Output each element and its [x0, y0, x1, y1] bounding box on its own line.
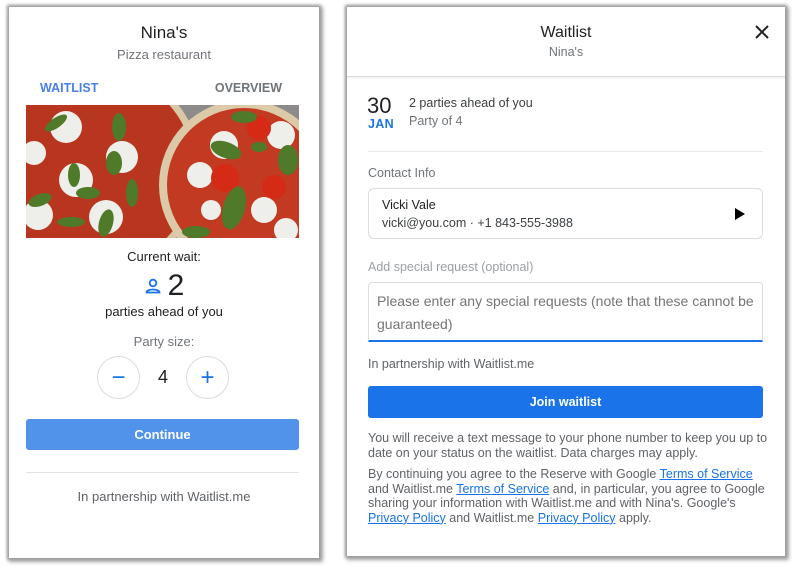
party-size: Party of 4 — [409, 114, 463, 128]
wait-count: 2 — [9, 269, 319, 303]
waitlist-dialog: Waitlist Nina's 30 JAN 2 parties ahead o… — [347, 7, 785, 556]
legal-text-part: and Waitlist.me — [368, 481, 457, 496]
current-wait-label: Current wait: — [127, 249, 201, 264]
plus-icon: + — [200, 363, 215, 391]
legal-text-part: and Waitlist.me — [445, 510, 538, 525]
dialog-title: Waitlist — [540, 24, 592, 41]
tab-waitlist[interactable]: WAITLIST — [40, 81, 98, 95]
party-size-label: Party size: — [133, 334, 195, 349]
contact-name: Vicki Vale — [382, 198, 436, 212]
reserve-terms-link[interactable]: Terms of Service — [660, 467, 753, 481]
divider — [26, 472, 299, 473]
date-month: JAN — [368, 117, 394, 131]
partnership-text: In partnership with Waitlist.me — [77, 489, 251, 504]
special-request-label: Add special request (optional) — [368, 260, 534, 274]
restaurant-card: Nina's Pizza restaurant WAITLIST OVERVIE… — [9, 7, 319, 558]
contact-details: vicki@you.com · +1 843-555-3988 — [382, 216, 573, 230]
pizza-image — [26, 105, 299, 238]
play-arrow-icon — [735, 208, 745, 220]
dialog-subtitle: Nina's — [548, 45, 584, 59]
partnership-text: In partnership with Waitlist.me — [368, 357, 535, 371]
special-request-input[interactable] — [368, 282, 763, 342]
google-privacy-link[interactable]: Privacy Policy — [368, 511, 446, 525]
parties-ahead-label: parties ahead of you — [105, 304, 223, 319]
restaurant-name: Nina's — [140, 23, 188, 42]
contact-card[interactable]: Vicki Vale vicki@you.com · +1 843-555-39… — [368, 188, 763, 239]
contact-info-label: Contact Info — [368, 166, 436, 180]
legal-text: By continuing you agree to the Reserve w… — [368, 467, 768, 525]
continue-button[interactable]: Continue — [26, 419, 299, 450]
waitlist-terms-link[interactable]: Terms of Service — [456, 482, 549, 496]
join-waitlist-button[interactable]: Join waitlist — [368, 386, 763, 418]
restaurant-photo — [26, 105, 299, 238]
header-divider — [347, 76, 785, 77]
parties-ahead: 2 parties ahead of you — [409, 96, 533, 110]
waitlist-privacy-link[interactable]: Privacy Policy — [538, 511, 616, 525]
decrement-button[interactable]: − — [97, 356, 140, 399]
date-day: 30 — [367, 93, 392, 118]
close-button[interactable] — [751, 21, 773, 43]
party-size-value: 4 — [157, 367, 168, 387]
increment-button[interactable]: + — [186, 356, 229, 399]
minus-icon: − — [111, 363, 126, 391]
close-icon — [755, 25, 769, 39]
divider — [368, 151, 763, 152]
person-icon — [145, 278, 161, 294]
restaurant-category: Pizza restaurant — [117, 47, 211, 62]
tab-overview[interactable]: OVERVIEW — [215, 81, 282, 95]
legal-text-part: By continuing you agree to the Reserve w… — [368, 467, 660, 481]
party-size-stepper: − 4 + — [97, 356, 229, 399]
parties-count: 2 — [167, 269, 185, 302]
sms-info-text: You will receive a text message to your … — [368, 431, 768, 460]
legal-text-part: apply. — [615, 510, 652, 525]
